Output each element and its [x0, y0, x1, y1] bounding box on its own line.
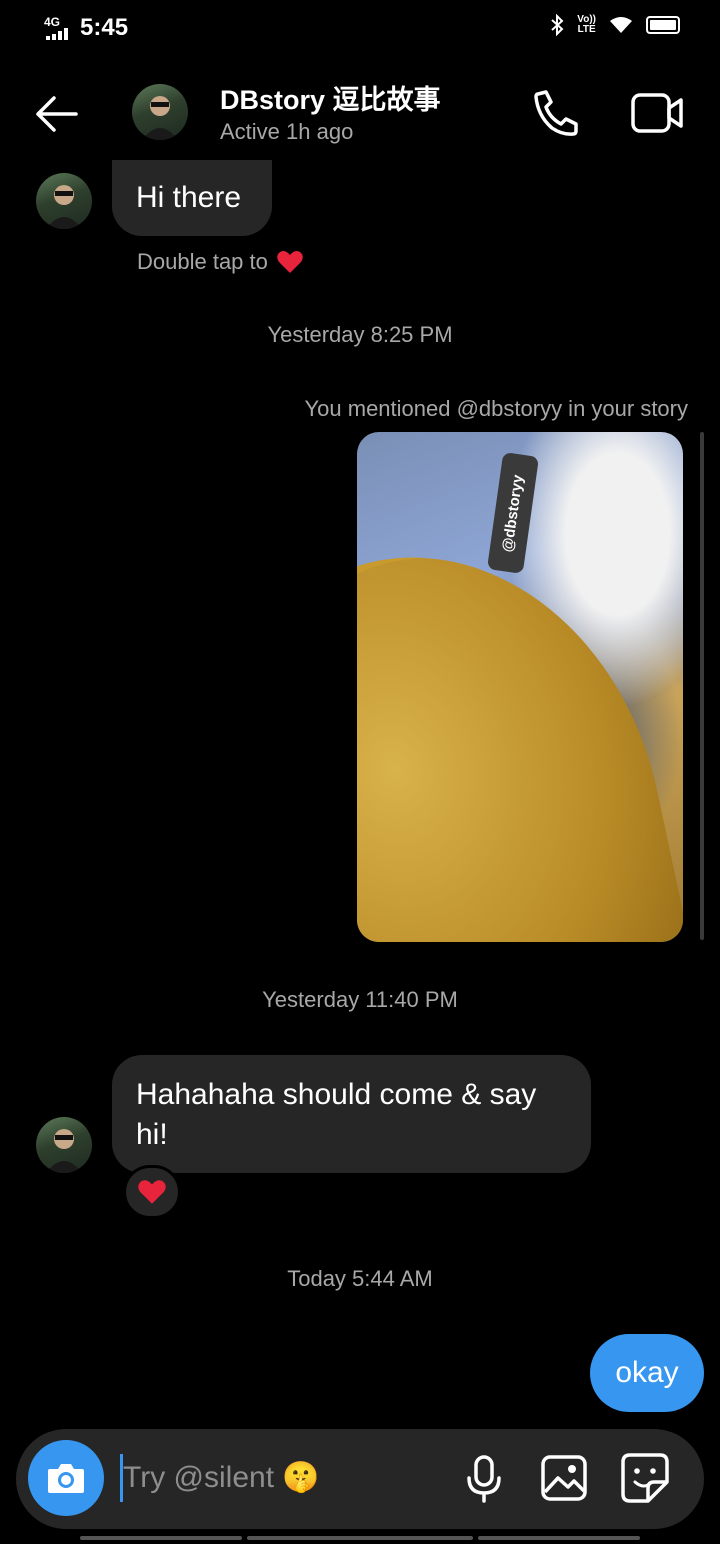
wifi-icon [610, 17, 632, 33]
story-thumbnail[interactable]: @dbstoryy [357, 432, 683, 942]
double-tap-hint: Double tap to [137, 249, 304, 275]
sender-avatar[interactable] [36, 1117, 92, 1173]
message-bubble-outgoing[interactable]: okay [590, 1334, 704, 1412]
message-input[interactable] [120, 1454, 453, 1502]
message-text: Hi there [136, 181, 242, 214]
sender-avatar[interactable] [36, 173, 92, 229]
battery-icon [646, 16, 680, 34]
message-bubble-incoming[interactable]: Hahahaha should come & say hi! [112, 1055, 591, 1173]
timestamp: Yesterday 8:25 PM [267, 322, 453, 347]
camera-button[interactable] [28, 1440, 104, 1516]
back-arrow-icon[interactable] [32, 92, 80, 136]
heart-icon [138, 1180, 166, 1204]
scrollbar[interactable] [700, 432, 704, 940]
gallery-icon[interactable] [540, 1454, 588, 1502]
timestamp: Yesterday 11:40 PM [262, 987, 458, 1012]
timestamp: Today 5:44 AM [287, 1266, 433, 1291]
story-mention-caption: You mentioned @dbstoryy in your story [304, 396, 689, 421]
sticker-icon[interactable] [620, 1452, 670, 1504]
contact-name[interactable]: DBstory 逗比故事 [220, 78, 441, 117]
active-status: Active 1h ago [220, 119, 354, 144]
message-bubble-incoming[interactable]: Hi there [112, 160, 272, 236]
camera-icon [48, 1464, 84, 1493]
bluetooth-icon [551, 14, 564, 36]
status-icons: Vo)) LTE [549, 14, 680, 36]
microphone-icon[interactable] [464, 1454, 504, 1504]
home-indicator [478, 1536, 640, 1540]
status-time: 5:45 [80, 14, 129, 41]
header-avatar[interactable] [132, 84, 188, 140]
story-mention-sticker: @dbstoryy [486, 452, 540, 574]
message-text: okay [615, 1356, 679, 1389]
home-indicator [247, 1536, 473, 1540]
story-image-content [357, 514, 683, 942]
volte-indicator: Vo)) LTE [577, 14, 596, 35]
signal-icon [46, 28, 68, 40]
double-tap-text: Double tap to [137, 249, 268, 274]
network-type: 4G [44, 15, 61, 29]
video-camera-icon[interactable] [630, 90, 684, 136]
home-indicator [80, 1536, 242, 1540]
heart-icon [277, 251, 303, 273]
message-text: Hahahaha should come & say hi! [136, 1078, 537, 1151]
phone-icon[interactable] [530, 88, 582, 138]
reaction-badge[interactable] [123, 1165, 181, 1219]
